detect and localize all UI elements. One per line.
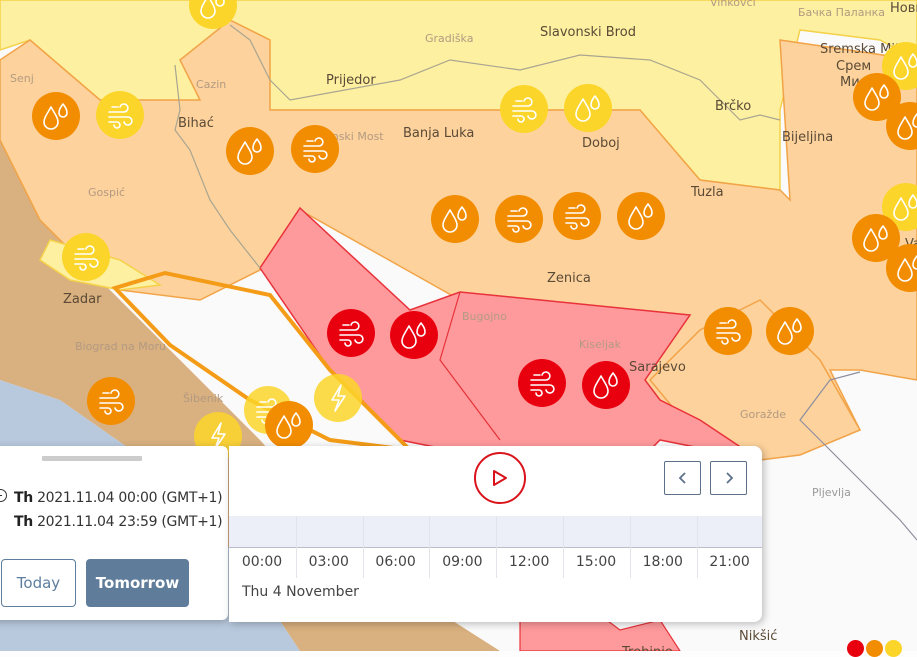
- play-button[interactable]: [474, 452, 526, 504]
- chevron-right-icon: [725, 472, 733, 484]
- warning-marker-rain-orange[interactable]: [265, 401, 313, 449]
- range-from: Th 2021.11.04 00:00 (GMT+1): [14, 490, 223, 506]
- warning-marker-rain-yellow[interactable]: [564, 84, 612, 132]
- city-label: Nikšić: [739, 629, 777, 644]
- warning-marker-rain-orange[interactable]: [431, 195, 479, 243]
- city-label: Gospić: [88, 186, 125, 199]
- tomorrow-button[interactable]: Tomorrow: [86, 559, 189, 607]
- chevron-left-icon: [678, 472, 686, 484]
- legend-red-dot[interactable]: [847, 640, 864, 657]
- city-label: Senj: [10, 72, 34, 85]
- city-label: Šibenik: [183, 392, 224, 405]
- from-datetime: 2021.11.04 00:00 (GMT+1): [37, 490, 223, 506]
- city-label: Zadar: [63, 292, 102, 307]
- clock-icon: [0, 489, 7, 502]
- warning-marker-wind-orange[interactable]: [553, 192, 601, 240]
- city-label: Pljevlja: [812, 486, 851, 499]
- warning-marker-wind-orange[interactable]: [704, 307, 752, 355]
- to-day: Th: [14, 514, 33, 530]
- warning-marker-rain-red[interactable]: [390, 311, 438, 359]
- warning-marker-wind-yellow[interactable]: [62, 233, 110, 281]
- warning-marker-wind-red[interactable]: [327, 309, 375, 357]
- city-label: Gradiška: [425, 32, 473, 45]
- warning-marker-rain-orange[interactable]: [766, 307, 814, 355]
- timeline-panel: 00:00 03:00 06:00 09:00 12:00 15:00 18:00 21:00…: [229, 446, 762, 622]
- warning-marker-wind-orange[interactable]: [291, 125, 339, 173]
- next-button[interactable]: [710, 461, 747, 495]
- city-label: Бачка Паланка: [798, 6, 885, 19]
- city-label: Slavonski Brod: [540, 25, 636, 40]
- city-label: Нови: [890, 1, 917, 16]
- warning-marker-wind-red[interactable]: [518, 359, 566, 407]
- warning-marker-thunderstorm-yellow[interactable]: [314, 374, 362, 422]
- city-label: Cazin: [196, 78, 226, 91]
- warning-marker-wind-orange[interactable]: [87, 377, 135, 425]
- warning-marker-rain-orange[interactable]: [226, 127, 274, 175]
- to-datetime: 2021.11.04 23:59 (GMT+1): [37, 514, 223, 530]
- city-label: Doboj: [582, 136, 620, 151]
- city-label: Trebinje: [621, 645, 673, 651]
- day-label: Thu 4 November: [242, 584, 359, 600]
- city-label: Tuzla: [690, 185, 724, 200]
- city-label: Kiseljak: [579, 338, 622, 351]
- city-label: Prijedor: [326, 73, 376, 88]
- hour-label[interactable]: 09:00: [430, 554, 494, 570]
- hour-label[interactable]: 06:00: [364, 554, 428, 570]
- warning-marker-wind-orange[interactable]: [495, 195, 543, 243]
- warning-marker-rain-red[interactable]: [582, 361, 630, 409]
- hour-label[interactable]: 18:00: [631, 554, 695, 570]
- city-label: Bihać: [178, 116, 214, 131]
- legend-orange-dot[interactable]: [866, 640, 883, 657]
- warning-marker-wind-yellow[interactable]: [96, 91, 144, 139]
- previous-button[interactable]: [664, 461, 701, 495]
- from-day: Th: [14, 490, 33, 506]
- city-label: Sarajevo: [629, 360, 686, 375]
- city-label: Срем: [836, 59, 871, 74]
- city-label: Zenica: [547, 271, 591, 286]
- play-icon: [493, 470, 507, 486]
- drag-handle[interactable]: [42, 456, 142, 461]
- city-label: Biograd na Moru: [75, 340, 166, 353]
- hour-label[interactable]: 12:00: [497, 554, 561, 570]
- hour-label[interactable]: 21:00: [698, 554, 762, 570]
- city-label: Goražde: [740, 408, 786, 421]
- hour-label[interactable]: 15:00: [564, 554, 628, 570]
- city-label: Vinkovci: [710, 0, 756, 9]
- city-label: Bijeljina: [782, 130, 833, 145]
- date-range-panel: Th 2021.11.04 00:00 (GMT+1) Th 2021.11.0…: [0, 446, 228, 620]
- legend-yellow-dot[interactable]: [885, 640, 902, 657]
- warning-marker-wind-yellow[interactable]: [500, 85, 548, 133]
- hour-label[interactable]: 03:00: [297, 554, 361, 570]
- hour-label[interactable]: 00:00: [230, 554, 294, 570]
- warning-marker-rain-orange[interactable]: [617, 192, 665, 240]
- warning-marker-rain-orange[interactable]: [32, 92, 80, 140]
- today-button[interactable]: Today: [1, 559, 76, 607]
- city-label: Brčko: [715, 99, 751, 114]
- city-label: Banja Luka: [403, 126, 474, 141]
- city-label: Bugojno: [462, 310, 507, 323]
- range-to: Th 2021.11.04 23:59 (GMT+1): [14, 514, 223, 530]
